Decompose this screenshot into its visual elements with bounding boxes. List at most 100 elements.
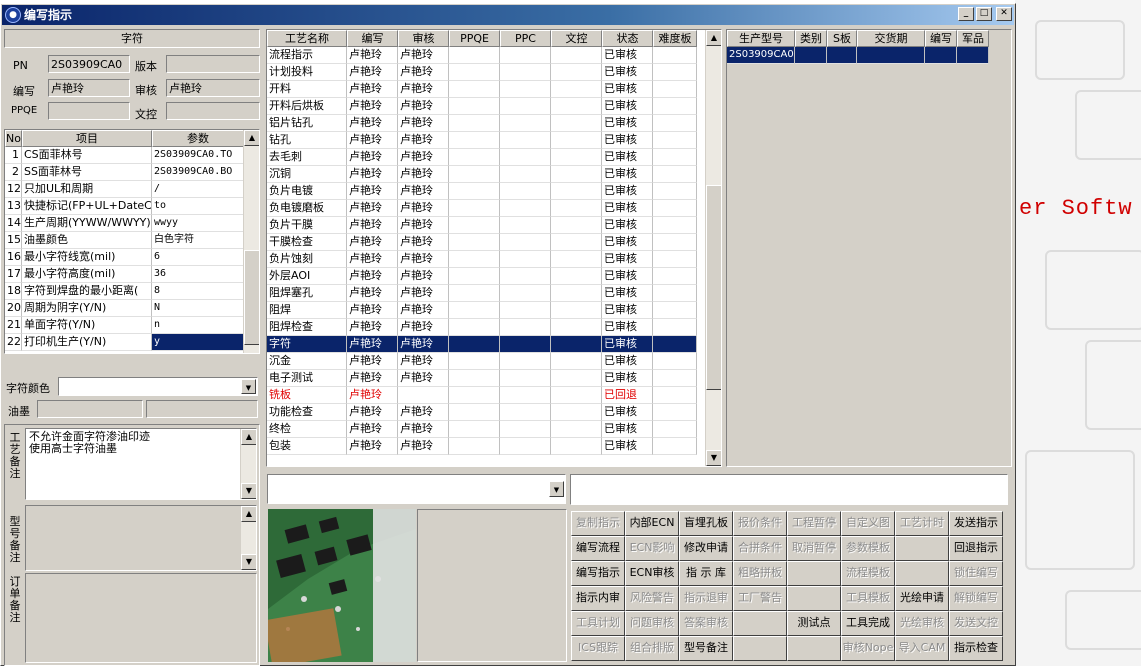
action-button[interactable]: 编写指示 (571, 561, 625, 586)
pn-field[interactable]: 2S03909CA0 (48, 55, 130, 73)
params-scrollbar[interactable]: ▲ (243, 130, 259, 353)
action-button[interactable]: 答案审核 (679, 611, 733, 636)
table-row[interactable]: 阻焊塞孔 卢艳玲 卢艳玲 已审核 (267, 285, 721, 302)
doc-control-field[interactable] (166, 102, 260, 120)
model-note-scrollbar[interactable]: ▲ ▼ (240, 506, 256, 570)
process-note-scrollbar[interactable]: ▲ ▼ (240, 429, 256, 499)
action-button[interactable]: 报价条件 (733, 511, 787, 536)
column-header[interactable]: 难度板 (653, 30, 697, 47)
action-button[interactable]: 自定义图 (841, 511, 895, 536)
scroll-down-icon[interactable]: ▼ (241, 483, 256, 499)
column-header[interactable]: 军品 (957, 30, 989, 47)
column-header[interactable]: 生产型号 (727, 30, 795, 47)
column-header[interactable]: 审核 (398, 30, 449, 47)
action-button[interactable]: 指示内审 (571, 586, 625, 611)
action-button[interactable]: 参数模板 (841, 536, 895, 561)
action-button[interactable]: 型号备注 (679, 636, 733, 661)
action-button[interactable]: 盲埋孔板 (679, 511, 733, 536)
table-row[interactable]: 沉铜 卢艳玲 卢艳玲 已审核 (267, 166, 721, 183)
action-button[interactable]: 工具完成 (841, 611, 895, 636)
table-row[interactable]: 17 最小字符高度(mil) 36 (5, 266, 259, 283)
table-row[interactable]: 20 周期为阴字(Y/N) N (5, 300, 259, 317)
table-row[interactable]: 外层AOI 卢艳玲 卢艳玲 已审核 (267, 268, 721, 285)
column-header[interactable]: PPC (500, 30, 551, 47)
action-button[interactable]: 工具计划 (571, 611, 625, 636)
char-color-dropdown[interactable]: ▼ (58, 377, 258, 396)
reviewer-field[interactable]: 卢艳玲 (166, 79, 260, 97)
table-row[interactable]: 2S03909CA0 (727, 47, 1011, 64)
action-button[interactable]: 风险警告 (625, 586, 679, 611)
table-row[interactable]: 干膜检查 卢艳玲 卢艳玲 已审核 (267, 234, 721, 251)
table-row[interactable]: 16 最小字符线宽(mil) 6 (5, 249, 259, 266)
column-header[interactable]: 交货期 (857, 30, 925, 47)
order-note-box[interactable] (25, 573, 257, 663)
action-button[interactable]: 工艺计时 (895, 511, 949, 536)
table-row[interactable]: 22 打印机生产(Y/N) y (5, 334, 259, 351)
chevron-down-icon[interactable]: ▼ (549, 481, 564, 497)
column-header[interactable]: 参数 (152, 130, 244, 147)
table-row[interactable]: 阻焊 卢艳玲 卢艳玲 已审核 (267, 302, 721, 319)
action-button[interactable]: 光绘审核 (895, 611, 949, 636)
table-row[interactable]: 终检 卢艳玲 卢艳玲 已审核 (267, 421, 721, 438)
action-button[interactable]: ECN审核 (625, 561, 679, 586)
action-button[interactable]: 发送文控 (949, 611, 1003, 636)
action-button[interactable]: 修改申请 (679, 536, 733, 561)
scroll-thumb[interactable] (244, 250, 259, 345)
bottom-text-field[interactable] (570, 474, 1008, 505)
action-button[interactable]: 发送指示 (949, 511, 1003, 536)
action-button[interactable]: 锁住编写 (949, 561, 1003, 586)
column-header[interactable]: 项目 (22, 130, 152, 147)
action-button[interactable]: 解锁编写 (949, 586, 1003, 611)
table-row[interactable]: 计划投料 卢艳玲 卢艳玲 已审核 (267, 64, 721, 81)
table-row[interactable]: 15 油墨颜色 白色字符 (5, 232, 259, 249)
table-row[interactable]: 钻孔 卢艳玲 卢艳玲 已审核 (267, 132, 721, 149)
table-row[interactable]: 功能检查 卢艳玲 卢艳玲 已审核 (267, 404, 721, 421)
scroll-up-icon[interactable]: ▲ (706, 30, 721, 46)
maximize-button[interactable]: □ (976, 7, 992, 21)
table-row[interactable]: 沉金 卢艳玲 卢艳玲 已审核 (267, 353, 721, 370)
action-button[interactable]: 回退指示 (949, 536, 1003, 561)
table-row[interactable]: 13 快捷标记(FP+UL+DateCo to (5, 198, 259, 215)
scroll-up-icon[interactable]: ▲ (241, 506, 256, 522)
table-row[interactable]: 流程指示 卢艳玲 卢艳玲 已审核 (267, 47, 721, 64)
table-row[interactable]: 开料后烘板 卢艳玲 卢艳玲 已审核 (267, 98, 721, 115)
column-header[interactable]: No (5, 130, 22, 147)
table-row[interactable]: 电子测试 卢艳玲 卢艳玲 已审核 (267, 370, 721, 387)
action-button[interactable]: 指 示 库 (679, 561, 733, 586)
action-button[interactable]: 合拼条件 (733, 536, 787, 561)
table-row[interactable]: 负片电镀 卢艳玲 卢艳玲 已审核 (267, 183, 721, 200)
action-button[interactable]: ICS跟踪 (571, 636, 625, 661)
chevron-down-icon[interactable]: ▼ (241, 379, 256, 394)
table-row[interactable]: 12 只加UL和周期 / (5, 181, 259, 198)
action-button[interactable]: 工具模板 (841, 586, 895, 611)
table-row[interactable]: 负片蚀刻 卢艳玲 卢艳玲 已审核 (267, 251, 721, 268)
model-note-box[interactable]: ▲ ▼ (25, 505, 257, 571)
column-header[interactable]: 文控 (551, 30, 602, 47)
column-header[interactable]: 状态 (602, 30, 653, 47)
scroll-down-icon[interactable]: ▼ (706, 450, 721, 466)
action-button[interactable]: 内部ECN (625, 511, 679, 536)
action-button[interactable]: 工程暂停 (787, 511, 841, 536)
column-header[interactable]: 工艺名称 (267, 30, 347, 47)
table-row[interactable]: 21 单面字符(Y/N) n (5, 317, 259, 334)
action-button[interactable]: 粗略拼板 (733, 561, 787, 586)
column-header[interactable]: 类别 (795, 30, 827, 47)
table-row[interactable]: 14 生产周期(YYWW/WWYY) wwyy (5, 215, 259, 232)
process-scrollbar[interactable]: ▲ ▼ (705, 30, 721, 466)
action-button[interactable]: 编写流程 (571, 536, 625, 561)
table-row[interactable]: 去毛刺 卢艳玲 卢艳玲 已审核 (267, 149, 721, 166)
action-button[interactable]: 问题审核 (625, 611, 679, 636)
column-header[interactable]: 编写 (347, 30, 398, 47)
action-button[interactable]: 复制指示 (571, 511, 625, 536)
table-row[interactable]: 铣板 卢艳玲 已回退 (267, 387, 721, 404)
scroll-up-icon[interactable]: ▲ (241, 429, 256, 445)
ink-field-2[interactable] (146, 400, 258, 418)
scroll-down-icon[interactable]: ▼ (241, 554, 256, 570)
action-button[interactable]: 审核Nope (841, 636, 895, 661)
action-button[interactable]: 工厂警告 (733, 586, 787, 611)
version-field[interactable] (166, 55, 260, 73)
process-note-box[interactable]: 不允许金面字符渗油印迹 使用高士字符油墨 ▲ ▼ (25, 428, 257, 500)
table-row[interactable]: 字符 卢艳玲 卢艳玲 已审核 (267, 336, 721, 353)
table-row[interactable]: 铝片钻孔 卢艳玲 卢艳玲 已审核 (267, 115, 721, 132)
table-row[interactable]: 负电镀磨板 卢艳玲 卢艳玲 已审核 (267, 200, 721, 217)
